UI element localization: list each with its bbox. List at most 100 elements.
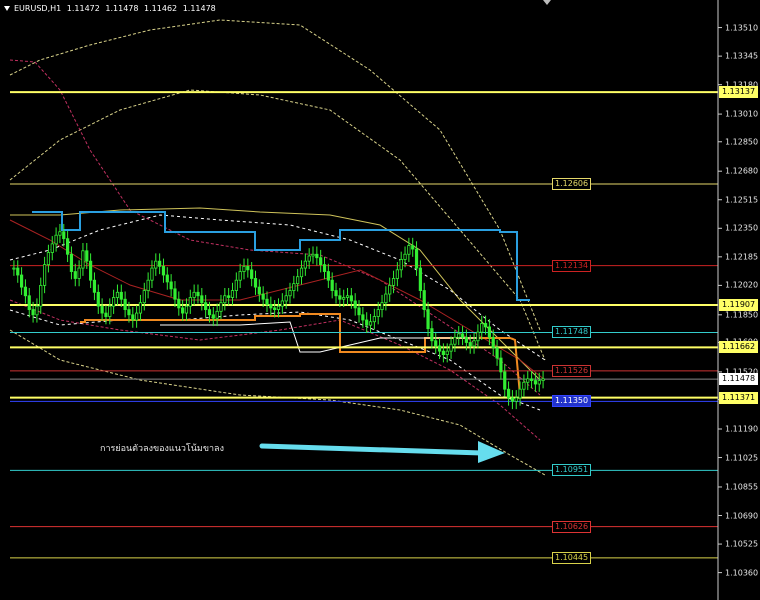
candle-body bbox=[42, 264, 47, 286]
candle-body bbox=[35, 305, 39, 316]
axis-tick-label: 1.11025 bbox=[725, 453, 759, 463]
chart-shift-marker-icon[interactable] bbox=[543, 0, 551, 5]
candle-body bbox=[27, 295, 31, 311]
trend-arrow bbox=[259, 441, 505, 463]
candle-body bbox=[384, 293, 388, 304]
level-tag: 1.11662 bbox=[719, 341, 759, 354]
level-tag: 1.11748 bbox=[552, 326, 592, 339]
candle-body bbox=[533, 380, 538, 385]
candle-body bbox=[391, 278, 396, 286]
candle-body bbox=[135, 312, 139, 321]
candle-body bbox=[319, 257, 323, 266]
candle-body bbox=[349, 295, 353, 302]
candle-body bbox=[215, 310, 219, 319]
candle-body bbox=[330, 279, 334, 291]
candle-body bbox=[200, 295, 204, 304]
candle-body bbox=[158, 260, 162, 267]
candle-body bbox=[96, 291, 100, 307]
candle-body bbox=[253, 278, 258, 288]
chart-header: EURUSD,H1 1.11472 1.11478 1.11462 1.1147… bbox=[4, 4, 219, 13]
candle-body bbox=[85, 250, 89, 262]
candle-body bbox=[192, 291, 196, 298]
candles-layer bbox=[12, 223, 545, 410]
candle-body bbox=[173, 288, 177, 300]
candle-body bbox=[418, 267, 422, 291]
low-value: 1.11462 bbox=[144, 4, 178, 13]
level-tag: 1.11371 bbox=[719, 391, 759, 404]
candle-body bbox=[181, 307, 185, 314]
price-chart[interactable] bbox=[0, 0, 760, 600]
candle-body bbox=[261, 293, 265, 300]
candle-body bbox=[19, 274, 24, 288]
axis-tick-label: 1.11190 bbox=[725, 424, 759, 434]
candle-body bbox=[284, 295, 288, 302]
candle-body bbox=[69, 253, 74, 272]
candle-body bbox=[112, 297, 116, 307]
candle-body bbox=[207, 309, 212, 316]
candle-body bbox=[307, 255, 311, 262]
candle-body bbox=[491, 336, 495, 349]
candle-body bbox=[146, 279, 150, 291]
level-tag: 1.12606 bbox=[552, 177, 592, 190]
candle-body bbox=[89, 260, 93, 281]
candle-body bbox=[58, 231, 62, 236]
candle-body bbox=[380, 302, 384, 311]
candle-body bbox=[345, 295, 350, 298]
candle-body bbox=[269, 304, 273, 309]
candle-body bbox=[411, 245, 415, 250]
candle-body bbox=[280, 300, 284, 307]
chart-window[interactable]: EURUSD,H1 1.11472 1.11478 1.11462 1.1147… bbox=[0, 0, 760, 600]
axis-tick-label: 1.13010 bbox=[725, 109, 759, 119]
axis-tick-label: 1.12020 bbox=[725, 280, 759, 290]
axis-tick-label: 1.10360 bbox=[725, 568, 759, 578]
axis-tick-label: 1.13510 bbox=[725, 23, 759, 33]
candle-body bbox=[365, 319, 369, 326]
candle-body bbox=[426, 309, 430, 330]
candle-body bbox=[230, 290, 235, 298]
level-tag: 1.13137 bbox=[719, 86, 759, 99]
dropdown-triangle-icon[interactable] bbox=[4, 6, 10, 11]
candle-body bbox=[399, 259, 403, 271]
candle-body bbox=[361, 314, 365, 321]
candle-body bbox=[115, 291, 120, 298]
level-tag: 1.12134 bbox=[552, 259, 592, 272]
candle-body bbox=[81, 250, 85, 269]
axis-tick-label: 1.12185 bbox=[725, 252, 759, 262]
level-tag: 1.11907 bbox=[719, 298, 759, 311]
candle-body bbox=[188, 297, 192, 307]
candle-body bbox=[476, 331, 480, 342]
band-inner-lower bbox=[9, 309, 541, 411]
candle-body bbox=[73, 271, 77, 279]
axis-tick-label: 1.13345 bbox=[725, 51, 759, 61]
candle-body bbox=[119, 291, 123, 300]
candle-body bbox=[138, 302, 143, 314]
candle-body bbox=[100, 305, 104, 314]
moving-average-fast bbox=[9, 219, 546, 381]
candle-body bbox=[131, 314, 135, 321]
axis-tick-label: 1.12515 bbox=[725, 195, 759, 205]
close-value: 1.11478 bbox=[182, 4, 216, 13]
candle-body bbox=[303, 260, 307, 269]
candle-body bbox=[526, 378, 530, 383]
envelope-upper bbox=[9, 59, 541, 396]
candle-body bbox=[503, 371, 507, 390]
candle-body bbox=[322, 264, 327, 272]
candle-body bbox=[50, 243, 54, 253]
axis-tick-label: 1.12850 bbox=[725, 137, 759, 147]
level-lines bbox=[10, 27, 722, 574]
candle-body bbox=[46, 252, 51, 266]
candle-body bbox=[441, 350, 445, 356]
candle-body bbox=[54, 234, 58, 245]
candle-body bbox=[537, 380, 541, 385]
trend-annotation: การย่อนตัวลงของแนวโน้มขาลง bbox=[100, 444, 224, 454]
candle-body bbox=[223, 295, 227, 304]
candle-body bbox=[150, 267, 154, 281]
channel-lower bbox=[80, 313, 521, 396]
high-value: 1.11478 bbox=[105, 4, 139, 13]
candle-body bbox=[31, 309, 35, 316]
candle-body bbox=[457, 333, 461, 338]
candle-body bbox=[453, 336, 457, 345]
candle-body bbox=[16, 267, 20, 276]
candle-body bbox=[299, 267, 304, 278]
candle-body bbox=[169, 281, 173, 290]
